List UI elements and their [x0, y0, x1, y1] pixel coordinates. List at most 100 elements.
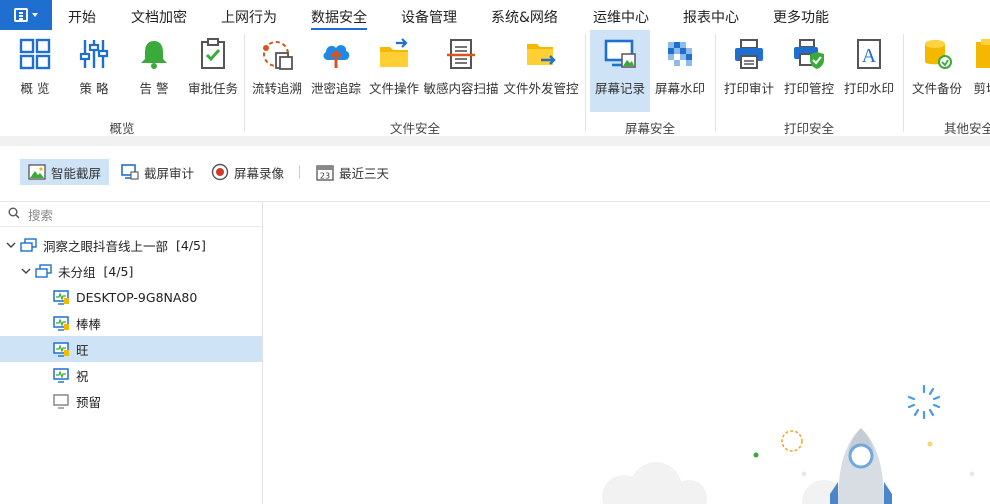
- dot-decoration: [927, 441, 933, 447]
- app-menu-button[interactable]: [0, 0, 52, 30]
- group-label-file-security: 文件安全: [389, 121, 440, 136]
- tool-approval-label: 审批任务: [187, 81, 238, 96]
- menu-list-icon: [14, 8, 28, 22]
- tool-trace-label: 流转追溯: [251, 81, 302, 96]
- menu-ops-center[interactable]: 运维中心: [593, 7, 649, 27]
- tool-print-watermark[interactable]: A 打印水印: [842, 30, 896, 112]
- menu-device-mgmt[interactable]: 设备管理: [401, 7, 457, 27]
- dot-decoration: [753, 452, 759, 458]
- online-computer-icon: [52, 289, 70, 305]
- tree-group-label: 未分组: [58, 264, 96, 280]
- search-placeholder: 搜索: [28, 207, 54, 223]
- calendar-icon: 23: [316, 163, 334, 181]
- group-label-screen-security: 屏幕安全: [624, 121, 675, 136]
- group-divider: [585, 34, 586, 132]
- menu-web-behavior[interactable]: 上网行为: [221, 7, 277, 27]
- screen-capture-icon: [121, 163, 139, 181]
- tool-policy-label: 策 略: [79, 81, 109, 96]
- chevron-down-icon[interactable]: [5, 239, 17, 251]
- tree-device-label: DESKTOP-9G8NA80: [76, 289, 198, 305]
- sub-toolbar: 智能截屏 截屏审计 屏幕录像 23 最近三天: [0, 146, 990, 202]
- printer-icon: [729, 34, 769, 74]
- date-range-label: 最近三天: [339, 165, 390, 181]
- tool-screen-watermark[interactable]: 屏幕水印: [652, 30, 708, 112]
- tool-print-control[interactable]: 打印管控: [782, 30, 836, 112]
- tool-overview[interactable]: 概 览: [10, 30, 60, 112]
- record-icon: [211, 163, 229, 181]
- online-computer-icon: [52, 315, 70, 331]
- leak-cloud-icon: [316, 34, 356, 74]
- search-icon: [8, 207, 20, 222]
- ribbon: 概 览 策 略 告 警 审批任务 流转追溯 泄密追踪 文件操作 敏感内容扫描 文…: [0, 30, 990, 136]
- tool-approval[interactable]: 审批任务: [186, 30, 240, 112]
- tool-file-backup[interactable]: 文件备份: [910, 30, 964, 112]
- screen-watermark-icon: [660, 34, 700, 74]
- image-icon: [28, 163, 46, 181]
- capture-audit-label: 截屏审计: [144, 165, 195, 181]
- tool-leak-track[interactable]: 泄密追踪: [308, 30, 364, 112]
- menu-more[interactable]: 更多功能: [773, 7, 829, 27]
- dot-decoration: [801, 471, 807, 477]
- trace-flow-icon: [257, 34, 297, 74]
- tree-device-node[interactable]: 旺: [0, 336, 262, 362]
- tree-root-node[interactable]: 洞察之眼抖音线上一部 [4/5]: [0, 232, 262, 258]
- menu-system-network[interactable]: 系统&网络: [491, 7, 558, 27]
- group-divider: [715, 34, 716, 132]
- menu-report-center[interactable]: 报表中心: [683, 7, 739, 27]
- screen-video-button[interactable]: 屏幕录像: [203, 159, 292, 185]
- tree-root-count: [4/5]: [176, 237, 206, 253]
- tree-group-count: [4/5]: [103, 263, 134, 279]
- tool-screen-watermark-label: 屏幕水印: [654, 81, 705, 96]
- tree-device-label: 旺: [76, 342, 89, 358]
- smart-capture-label: 智能截屏: [51, 165, 102, 181]
- tool-screen-record[interactable]: 屏幕记录: [590, 30, 650, 112]
- group-divider: [903, 34, 904, 132]
- tool-sensitive-scan[interactable]: 敏感内容扫描: [424, 30, 499, 112]
- tool-leak-track-label: 泄密追踪: [310, 81, 361, 96]
- rocket-icon: [830, 428, 892, 504]
- tool-overview-label: 概 览: [20, 81, 50, 96]
- capture-audit-button[interactable]: 截屏审计: [113, 159, 202, 185]
- menu-doc-encrypt[interactable]: 文档加密: [131, 7, 187, 27]
- group-label-print-security: 打印安全: [783, 121, 834, 136]
- font-watermark-icon: A: [849, 34, 889, 74]
- search-input[interactable]: 搜索: [0, 202, 262, 227]
- tree-group-node[interactable]: 未分组 [4/5]: [0, 258, 262, 284]
- printer-shield-icon: [789, 34, 829, 74]
- tool-print-watermark-label: 打印水印: [843, 81, 894, 96]
- tree-device-node[interactable]: 棒棒: [0, 310, 262, 336]
- tool-file-ops[interactable]: 文件操作: [366, 30, 422, 112]
- tool-print-audit-label: 打印审计: [723, 81, 774, 96]
- tree-device-node[interactable]: 预留: [0, 388, 262, 414]
- tool-trace[interactable]: 流转追溯: [250, 30, 304, 112]
- offline-computer-icon: [52, 393, 70, 409]
- svg-text:A: A: [862, 45, 877, 67]
- tool-clipboard[interactable]: 剪切: [966, 30, 990, 112]
- screen-record-icon: [600, 34, 640, 74]
- file-folder-icon: [374, 34, 414, 74]
- tree-device-node[interactable]: 祝: [0, 362, 262, 388]
- screen-video-label: 屏幕录像: [234, 165, 285, 181]
- tool-alert[interactable]: 告 警: [129, 30, 179, 112]
- date-range-button[interactable]: 23 最近三天: [308, 159, 397, 185]
- clipboard-yellow-icon: [966, 34, 990, 74]
- tool-outbound-control-label: 文件外发管控: [503, 81, 579, 96]
- chevron-down-icon[interactable]: [20, 265, 32, 277]
- tool-policy[interactable]: 策 略: [69, 30, 119, 112]
- tool-file-backup-label: 文件备份: [911, 81, 962, 96]
- smart-capture-button[interactable]: 智能截屏: [20, 159, 110, 185]
- main-content-area: [264, 202, 990, 504]
- tree-device-label: 棒棒: [76, 316, 102, 332]
- menu-start[interactable]: 开始: [68, 7, 96, 27]
- tool-file-ops-label: 文件操作: [368, 81, 419, 96]
- group-label-overview: 概览: [109, 121, 135, 136]
- tool-screen-record-label: 屏幕记录: [594, 81, 645, 96]
- caret-down-icon: [32, 13, 38, 17]
- tree-device-node[interactable]: DESKTOP-9G8NA80: [0, 284, 262, 310]
- tool-outbound-control[interactable]: 文件外发管控: [503, 30, 579, 112]
- dot-decoration: [969, 471, 975, 477]
- toolbar-divider: [299, 165, 300, 179]
- tool-print-audit[interactable]: 打印审计: [722, 30, 776, 112]
- policy-sliders-icon: [74, 34, 114, 74]
- menu-data-security[interactable]: 数据安全: [311, 7, 367, 30]
